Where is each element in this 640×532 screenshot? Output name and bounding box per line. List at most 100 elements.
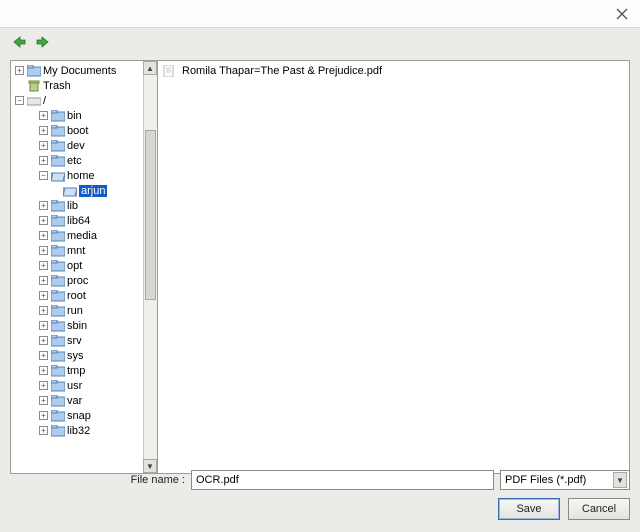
- list-item[interactable]: Romila Thapar=The Past & Prejudice.pdf: [162, 63, 625, 78]
- expand-icon[interactable]: +: [39, 321, 48, 330]
- folder-icon: [51, 275, 65, 287]
- folder-icon: [51, 200, 65, 212]
- tree-node[interactable]: + root: [15, 288, 143, 303]
- folder-icon: [51, 215, 65, 227]
- tree-label: usr: [67, 380, 82, 392]
- tree-node[interactable]: +opt: [15, 258, 143, 273]
- tree-label: snap: [67, 410, 91, 422]
- collapse-icon[interactable]: −: [15, 96, 24, 105]
- expand-icon[interactable]: +: [39, 411, 48, 420]
- expand-icon[interactable]: +: [39, 336, 48, 345]
- tree-label: /: [43, 95, 46, 107]
- tree-label: sbin: [67, 320, 87, 332]
- tree-node[interactable]: + lib64: [15, 213, 143, 228]
- expand-icon[interactable]: +: [39, 396, 48, 405]
- tree-node[interactable]: + My Documents: [15, 63, 143, 78]
- save-button[interactable]: Save: [498, 498, 560, 520]
- tree-label: bin: [67, 110, 82, 122]
- trash-icon: [27, 80, 41, 92]
- expand-icon[interactable]: +: [39, 126, 48, 135]
- folder-icon: [51, 260, 65, 272]
- expand-icon[interactable]: +: [39, 141, 48, 150]
- expand-icon[interactable]: +: [39, 246, 48, 255]
- tree-node[interactable]: +lib32: [15, 423, 143, 438]
- filetype-select[interactable]: PDF Files (*.pdf) ▼: [500, 470, 630, 490]
- folder-icon: [51, 410, 65, 422]
- titlebar: [0, 0, 640, 28]
- expand-icon[interactable]: +: [39, 261, 48, 270]
- folder-icon: [51, 365, 65, 377]
- tree-label: My Documents: [43, 65, 116, 77]
- scrollbar-track[interactable]: [143, 75, 157, 459]
- tree-node[interactable]: +mnt: [15, 243, 143, 258]
- expand-icon[interactable]: +: [39, 276, 48, 285]
- tree-node[interactable]: + lib: [15, 198, 143, 213]
- folder-icon: [27, 65, 41, 77]
- chevron-down-icon[interactable]: ▼: [613, 472, 627, 488]
- tree-node[interactable]: Trash: [15, 78, 143, 93]
- tree-label: arjun: [79, 185, 107, 197]
- tree-node[interactable]: arjun: [15, 183, 143, 198]
- folder-icon: [63, 185, 77, 197]
- tree-label: lib64: [67, 215, 90, 227]
- tree-node[interactable]: +srv: [15, 333, 143, 348]
- folder-icon: [51, 230, 65, 242]
- back-button[interactable]: [10, 33, 28, 51]
- file-list[interactable]: Romila Thapar=The Past & Prejudice.pdf: [158, 60, 630, 474]
- expand-icon[interactable]: +: [39, 381, 48, 390]
- expand-icon[interactable]: +: [39, 291, 48, 300]
- folder-icon: [51, 395, 65, 407]
- tree-node[interactable]: −home: [15, 168, 143, 183]
- expand-icon[interactable]: +: [39, 426, 48, 435]
- tree-node[interactable]: + dev: [15, 138, 143, 153]
- tree-node[interactable]: +etc: [15, 153, 143, 168]
- drive-icon: [27, 95, 41, 107]
- tree-node[interactable]: + sbin: [15, 318, 143, 333]
- folder-icon: [51, 110, 65, 122]
- tree-node[interactable]: + usr: [15, 378, 143, 393]
- tree-label: root: [67, 290, 86, 302]
- tree-node[interactable]: + proc: [15, 273, 143, 288]
- filename-field[interactable]: [191, 470, 494, 490]
- expand-icon[interactable]: +: [39, 111, 48, 120]
- filetype-value: PDF Files (*.pdf): [505, 474, 586, 486]
- file-icon: [162, 65, 176, 77]
- expand-icon[interactable]: +: [15, 66, 24, 75]
- expand-icon[interactable]: +: [39, 231, 48, 240]
- tree-label: lib: [67, 200, 78, 212]
- tree-label: dev: [67, 140, 85, 152]
- tree-node[interactable]: + snap: [15, 408, 143, 423]
- tree-node[interactable]: − /: [15, 93, 143, 108]
- scrollbar-thumb[interactable]: [145, 130, 156, 300]
- tree-label: sys: [67, 350, 84, 362]
- expand-icon[interactable]: +: [39, 156, 48, 165]
- expand-icon[interactable]: +: [39, 351, 48, 360]
- folder-icon: [51, 125, 65, 137]
- forward-button[interactable]: [34, 33, 52, 51]
- folder-icon: [51, 380, 65, 392]
- tree-label: proc: [67, 275, 88, 287]
- folder-icon: [51, 245, 65, 257]
- expand-icon[interactable]: +: [39, 216, 48, 225]
- tree-node[interactable]: + sys: [15, 348, 143, 363]
- folder-icon: [51, 155, 65, 167]
- collapse-icon[interactable]: −: [39, 171, 48, 180]
- folder-icon: [51, 320, 65, 332]
- tree-node[interactable]: +tmp: [15, 363, 143, 378]
- expand-icon: [51, 186, 60, 195]
- tree-node[interactable]: +media: [15, 228, 143, 243]
- close-icon[interactable]: [614, 6, 630, 22]
- tree-node[interactable]: + run: [15, 303, 143, 318]
- scroll-up-icon[interactable]: ▲: [143, 61, 157, 75]
- tree-node[interactable]: +boot: [15, 123, 143, 138]
- expand-icon[interactable]: +: [39, 201, 48, 210]
- expand-icon[interactable]: +: [39, 306, 48, 315]
- folder-icon: [51, 425, 65, 437]
- folder-tree[interactable]: + My Documents Trash − / +bin+boot+dev+e…: [10, 60, 158, 474]
- cancel-button[interactable]: Cancel: [568, 498, 630, 520]
- tree-node[interactable]: +var: [15, 393, 143, 408]
- tree-node[interactable]: + bin: [15, 108, 143, 123]
- folder-icon: [51, 290, 65, 302]
- expand-icon[interactable]: +: [39, 366, 48, 375]
- tree-label: run: [67, 305, 83, 317]
